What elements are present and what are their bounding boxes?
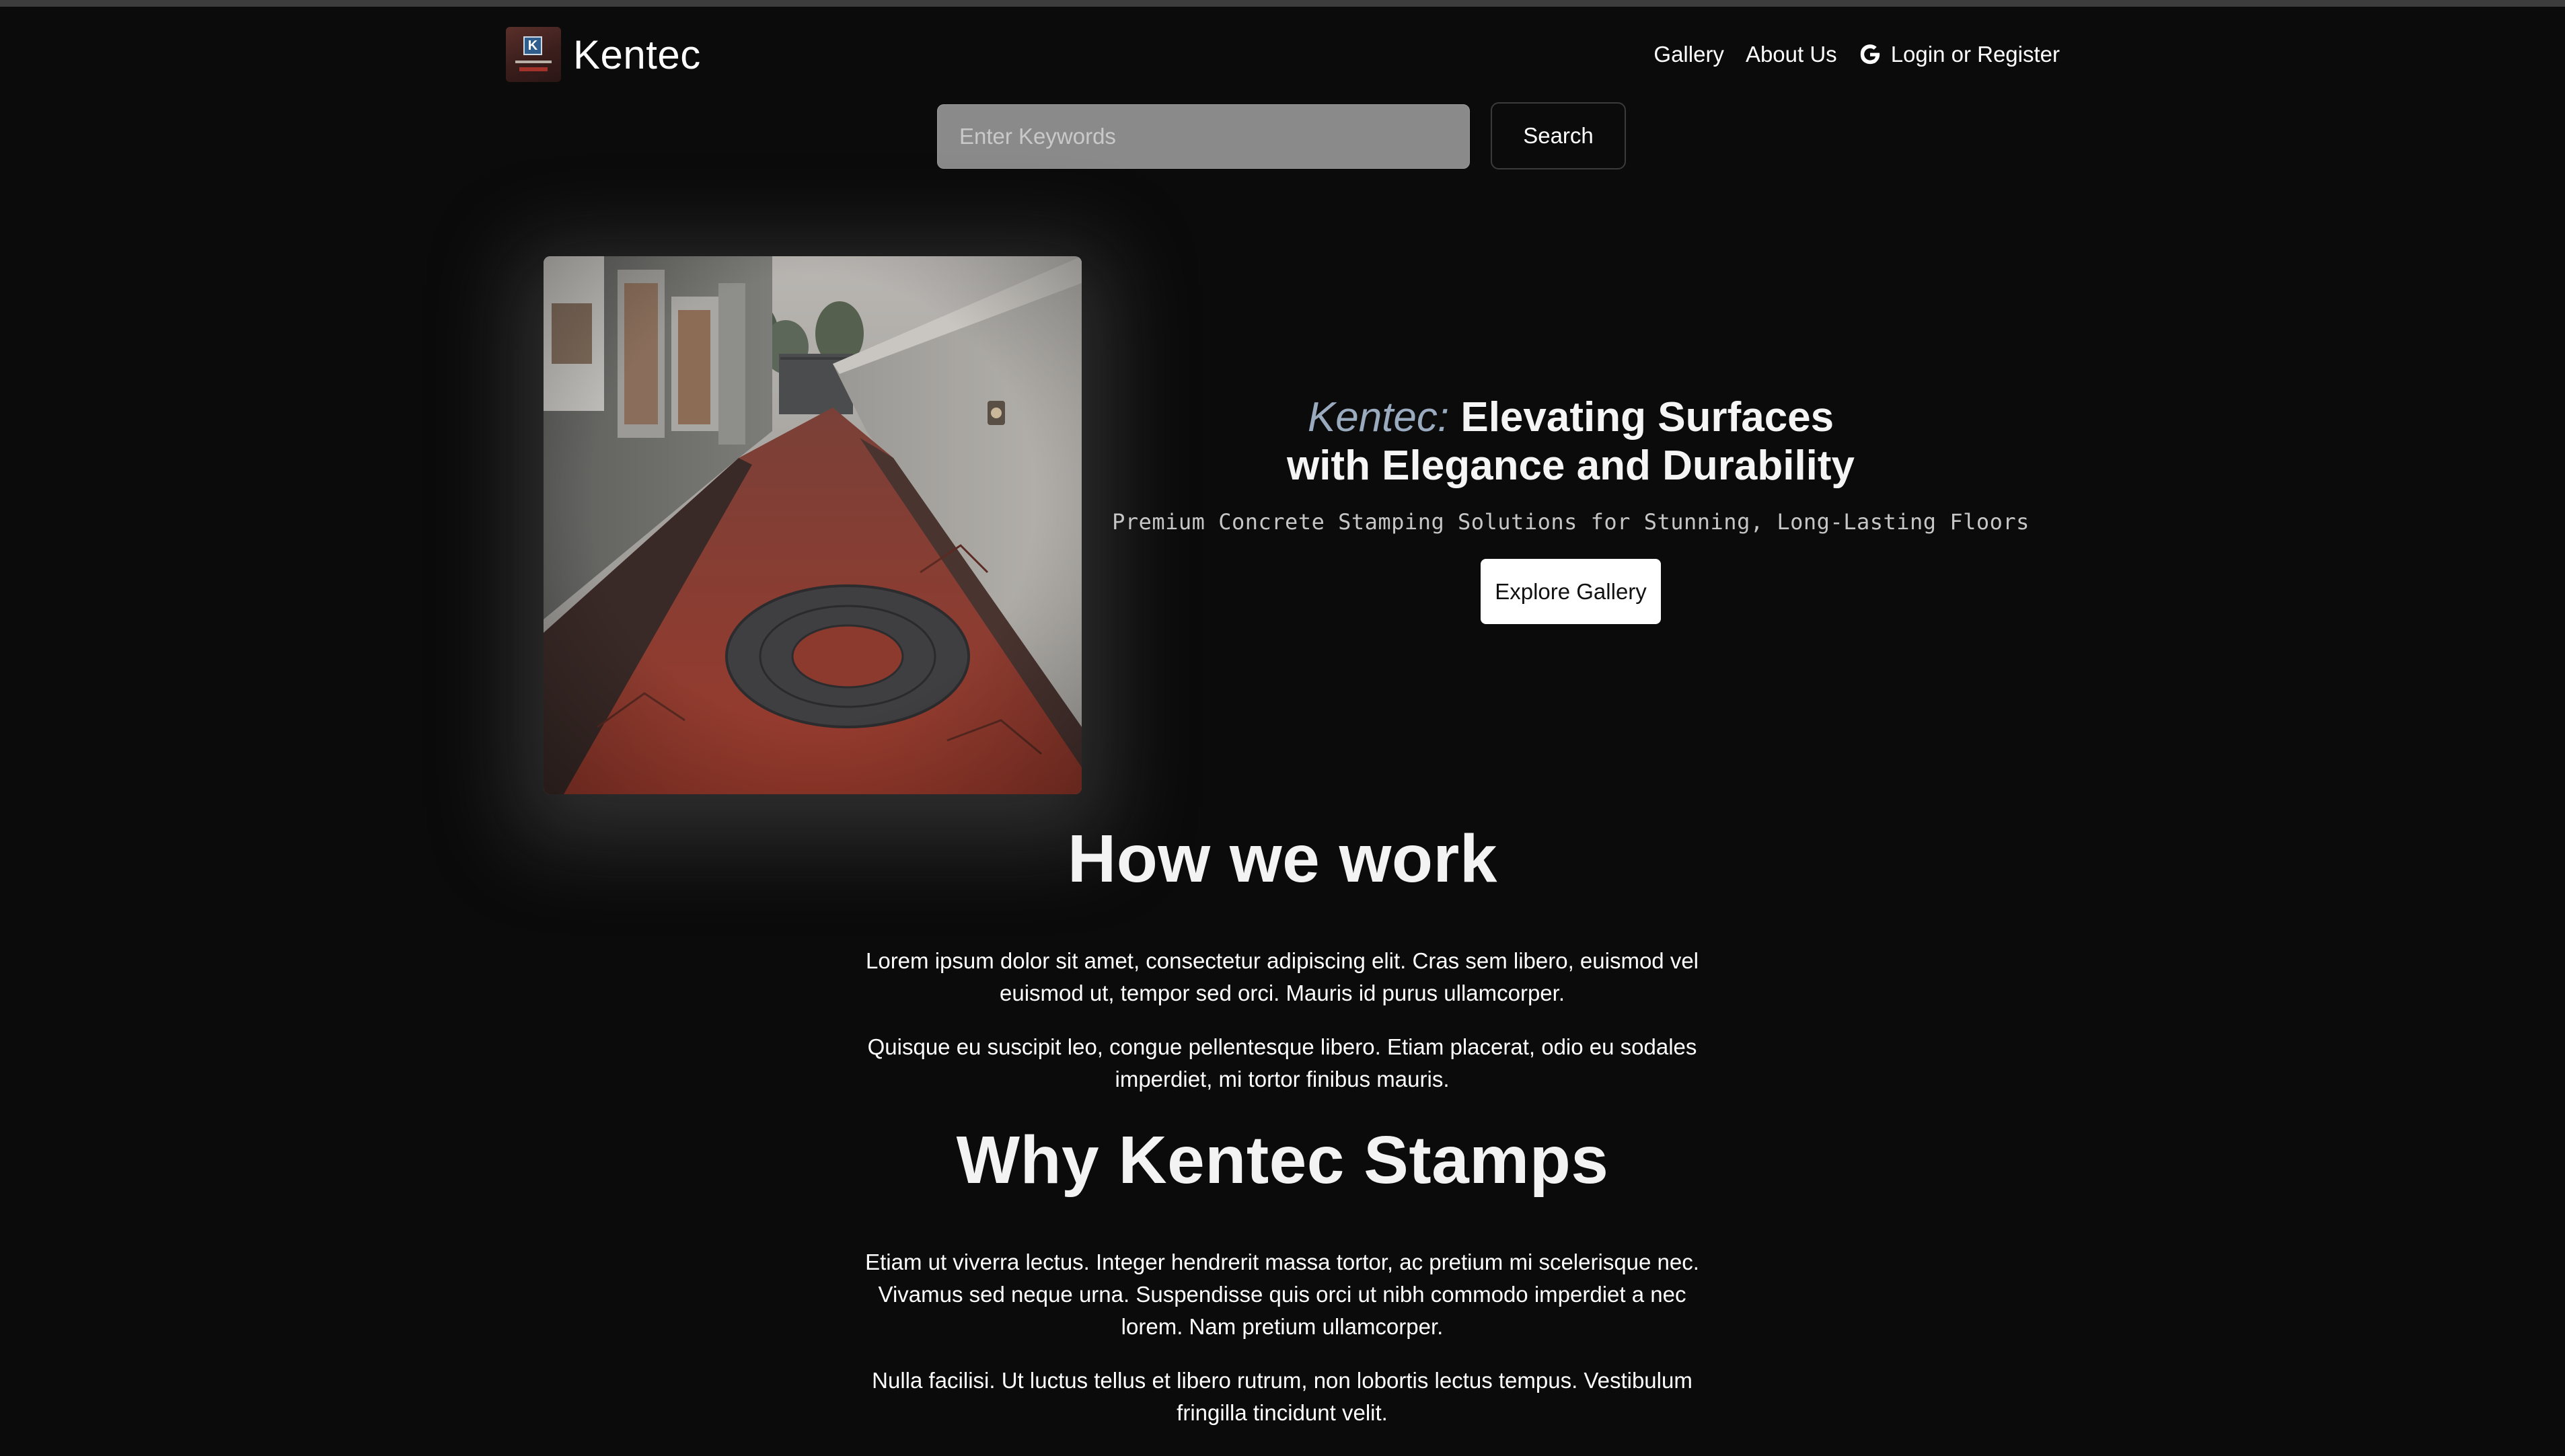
- nav-gallery-link[interactable]: Gallery: [1653, 42, 1724, 67]
- logo-stripe: [515, 61, 552, 63]
- hero-copy: Kentec: Elevating Surfaces with Elegance…: [1103, 393, 2038, 624]
- main-nav: Gallery About Us Login or Register: [1653, 27, 2060, 82]
- hero-title-line2: with Elegance and Durability: [1286, 443, 1855, 489]
- why-kentec-paragraph-2: Nulla facilisi. Ut luctus tellus et libe…: [872, 1368, 1693, 1425]
- hero-image: [544, 256, 1082, 794]
- hero-title: Kentec: Elevating Surfaces with Elegance…: [1103, 393, 2038, 490]
- nav-about-link[interactable]: About Us: [1746, 42, 1837, 67]
- login-register-label: Login or Register: [1890, 42, 2060, 67]
- search-input[interactable]: [937, 104, 1470, 169]
- site-header: K Kentec Gallery About Us Login or Regis…: [506, 27, 2060, 82]
- brand-name[interactable]: Kentec: [573, 32, 701, 78]
- page: K Kentec Gallery About Us Login or Regis…: [0, 0, 2565, 1456]
- explore-gallery-button[interactable]: Explore Gallery: [1481, 559, 1661, 624]
- why-kentec-title: Why Kentec Stamps: [956, 1122, 1609, 1198]
- top-border: [0, 0, 2565, 7]
- hero-title-accent: Kentec:: [1307, 394, 1450, 440]
- login-register-link[interactable]: Login or Register: [1859, 42, 2060, 67]
- how-we-work-paragraph-1: Lorem ipsum dolor sit amet, consectetur …: [865, 948, 1699, 1005]
- why-kentec-paragraph-1: Etiam ut viverra lectus. Integer hendrer…: [865, 1250, 1699, 1339]
- stamped-walkway-photo: [544, 256, 1082, 794]
- how-we-work-title: How we work: [1068, 821, 1497, 896]
- search-button[interactable]: Search: [1491, 102, 1626, 169]
- kentec-logo[interactable]: K: [506, 27, 561, 82]
- google-icon: [1860, 44, 1880, 65]
- how-we-work-paragraph-2: Quisque eu suscipit leo, congue pellente…: [867, 1034, 1697, 1091]
- hero-title-line1: Elevating Surfaces: [1460, 394, 1834, 440]
- logo-stripe-red: [519, 67, 548, 71]
- logo-k-mark: K: [523, 36, 542, 55]
- brand[interactable]: K Kentec: [506, 27, 701, 82]
- hero-subtitle: Premium Concrete Stamping Solutions for …: [1112, 509, 2030, 535]
